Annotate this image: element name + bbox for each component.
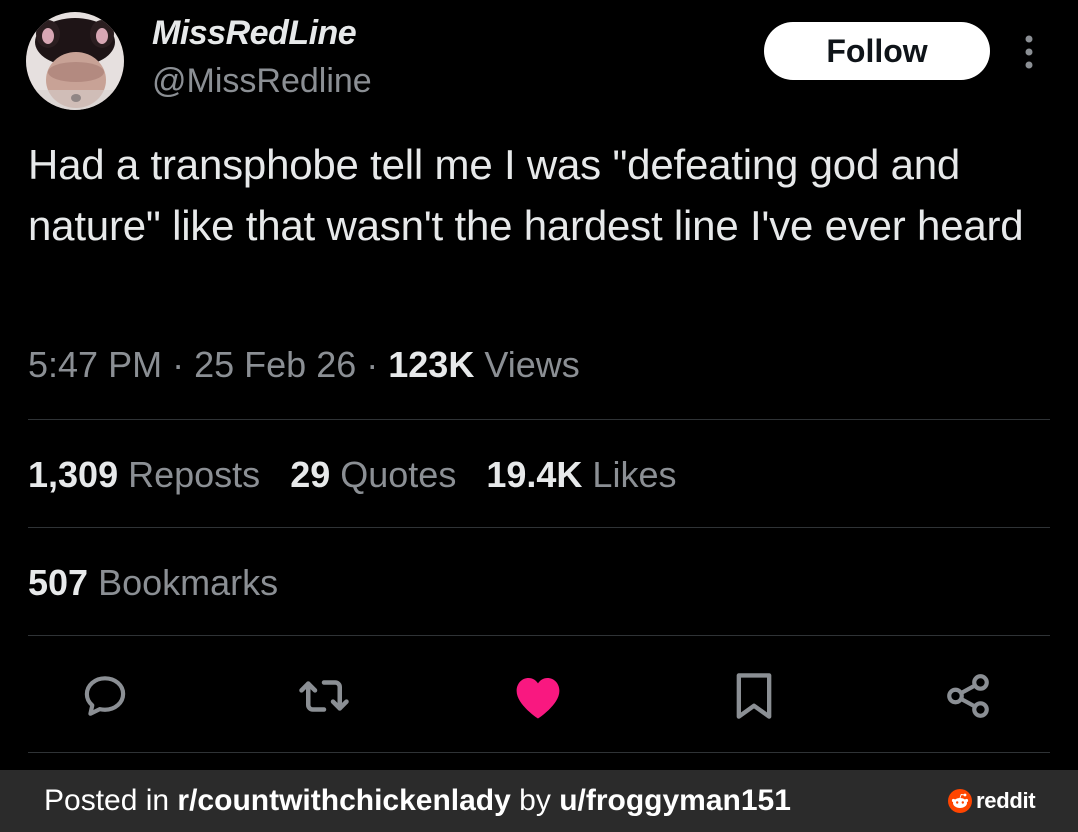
follow-button[interactable]: Follow bbox=[764, 22, 990, 80]
engagement-stats: 1,309 Reposts 29 Quotes 19.4K Likes bbox=[28, 454, 676, 496]
display-name[interactable]: MissRedLine bbox=[152, 14, 357, 53]
likes-label: Likes bbox=[592, 454, 677, 495]
bookmarks-count: 507 bbox=[28, 562, 89, 603]
avatar-image bbox=[26, 12, 124, 110]
avatar[interactable] bbox=[26, 12, 124, 110]
reposts-label: Reposts bbox=[128, 454, 261, 495]
tweet-date[interactable]: 25 Feb 26 bbox=[194, 344, 356, 385]
tweet-time[interactable]: 5:47 PM bbox=[28, 344, 162, 385]
likes-count: 19.4K bbox=[486, 454, 583, 495]
reply-icon bbox=[84, 676, 126, 716]
action-bar bbox=[0, 660, 1078, 732]
meta-separator: · bbox=[172, 344, 185, 385]
quotes-label: Quotes bbox=[340, 454, 457, 495]
repost-button[interactable] bbox=[296, 668, 352, 724]
tweet-meta: 5:47 PM · 25 Feb 26 · 123K Views bbox=[28, 344, 580, 386]
heart-icon bbox=[516, 678, 560, 719]
bookmarks-label: Bookmarks bbox=[98, 562, 279, 603]
user-handle[interactable]: @MissRedline bbox=[152, 62, 372, 101]
divider bbox=[28, 752, 1050, 753]
share-icon bbox=[947, 674, 989, 718]
tweet-text: Had a transphobe tell me I was "defeatin… bbox=[28, 141, 1024, 249]
quotes-count: 29 bbox=[290, 454, 331, 495]
like-button[interactable] bbox=[510, 668, 566, 724]
meta-separator: · bbox=[366, 344, 379, 385]
posted-in-label: Posted in bbox=[44, 784, 178, 817]
reddit-snoo-icon bbox=[948, 789, 972, 813]
more-options-button[interactable] bbox=[1014, 30, 1044, 74]
views-label: Views bbox=[484, 344, 580, 385]
reposts-stat[interactable]: 1,309 Reposts bbox=[28, 454, 260, 495]
more-vertical-icon bbox=[1025, 35, 1033, 69]
by-label: by bbox=[510, 784, 560, 817]
divider bbox=[28, 527, 1050, 528]
subreddit-link[interactable]: r/countwithchickenlady bbox=[177, 784, 510, 817]
share-button[interactable] bbox=[940, 668, 996, 724]
divider bbox=[28, 419, 1050, 420]
reddit-wordmark: reddit bbox=[976, 788, 1036, 813]
username-link[interactable]: u/froggyman151 bbox=[559, 784, 791, 817]
quotes-stat[interactable]: 29 Quotes bbox=[290, 454, 456, 495]
bookmark-button[interactable] bbox=[726, 668, 782, 724]
reddit-footer: Posted in r/countwithchickenlady by u/fr… bbox=[0, 770, 1078, 832]
views-count: 123K bbox=[388, 344, 475, 385]
likes-stat[interactable]: 19.4K Likes bbox=[486, 454, 676, 495]
divider bbox=[28, 635, 1050, 636]
tweet-card: MissRedLine @MissRedline Follow Had a tr… bbox=[0, 0, 1078, 770]
bookmark-icon bbox=[736, 673, 772, 719]
reply-button[interactable] bbox=[77, 668, 133, 724]
posted-in-caption: Posted in r/countwithchickenlady by u/fr… bbox=[44, 784, 791, 818]
bookmarks-stat[interactable]: 507 Bookmarks bbox=[28, 562, 278, 604]
reddit-logo: reddit bbox=[948, 788, 1036, 814]
repost-icon bbox=[299, 680, 349, 712]
reposts-count: 1,309 bbox=[28, 454, 119, 495]
